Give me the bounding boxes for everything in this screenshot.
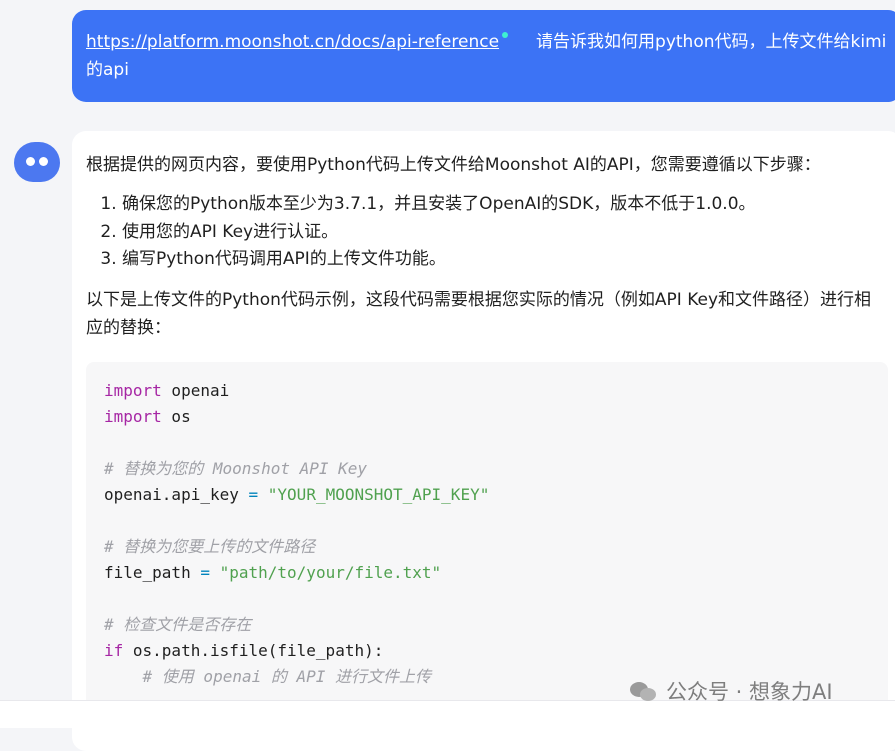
code-string: "YOUR_MOONSHOT_API_KEY" — [267, 484, 490, 504]
watermark: 公众号 · 想象力AI — [630, 676, 833, 706]
watermark-text: 公众号 · 想象力AI — [666, 680, 833, 704]
link-status-dot — [502, 32, 509, 38]
answer-intro: 根据提供的网页内容，要使用Python代码上传文件给Moonshot AI的AP… — [86, 155, 821, 175]
code-comment: # 检查文件是否存在 — [104, 614, 252, 634]
code-string: "path/to/your/file.txt" — [219, 562, 442, 582]
bot-avatar-icon — [14, 142, 60, 182]
step-item: 编写Python代码调用API的上传文件功能。 — [122, 246, 888, 274]
code-comment: # 替换为您的 Moonshot API Key — [104, 458, 368, 478]
code-intro: 以下是上传文件的Python代码示例，这段代码需要根据您实际的情况（例如API … — [86, 289, 872, 338]
step-item: 使用您的API Key进行认证。 — [122, 219, 888, 247]
code-comment: # 替换为您要上传的文件路径 — [104, 536, 316, 556]
assistant-message: 根据提供的网页内容，要使用Python代码上传文件给Moonshot AI的AP… — [72, 131, 895, 751]
code-block[interactable]: import openai import os # 替换为您的 Moonshot A… — [86, 361, 888, 722]
wechat-icon — [630, 680, 660, 702]
code-line: import os — [104, 404, 870, 430]
steps-list: 确保您的Python版本至少为3.7.1，并且安装了OpenAI的SDK，版本不… — [86, 191, 888, 274]
code-line: file_path = "path/to/your/file.txt" — [104, 560, 870, 586]
avatar-eye-right — [39, 157, 48, 166]
code-text: openai.api_key — [104, 484, 249, 504]
code-operator: = — [248, 484, 259, 504]
avatar-eye-left — [26, 157, 35, 166]
user-message-bubble: https://platform.moonshot.cn/docs/api-re… — [72, 10, 895, 102]
code-text: openai — [161, 380, 230, 400]
step-item: 确保您的Python版本至少为3.7.1，并且安装了OpenAI的SDK，版本不… — [122, 191, 888, 219]
user-message-link[interactable]: https://platform.moonshot.cn/docs/api-re… — [86, 32, 499, 52]
code-keyword: import — [104, 380, 162, 400]
code-text: os.path.isfile(file_path): — [123, 640, 384, 660]
code-line: if os.path.isfile(file_path): — [104, 638, 870, 664]
code-keyword: import — [104, 406, 162, 426]
code-keyword: if — [104, 640, 124, 660]
code-line: import openai — [104, 378, 870, 404]
code-operator: = — [200, 562, 210, 582]
code-line: openai.api_key = "YOUR_MOONSHOT_API_KEY" — [104, 482, 870, 508]
code-text: file_path — [104, 562, 201, 582]
code-text: os — [161, 406, 191, 426]
